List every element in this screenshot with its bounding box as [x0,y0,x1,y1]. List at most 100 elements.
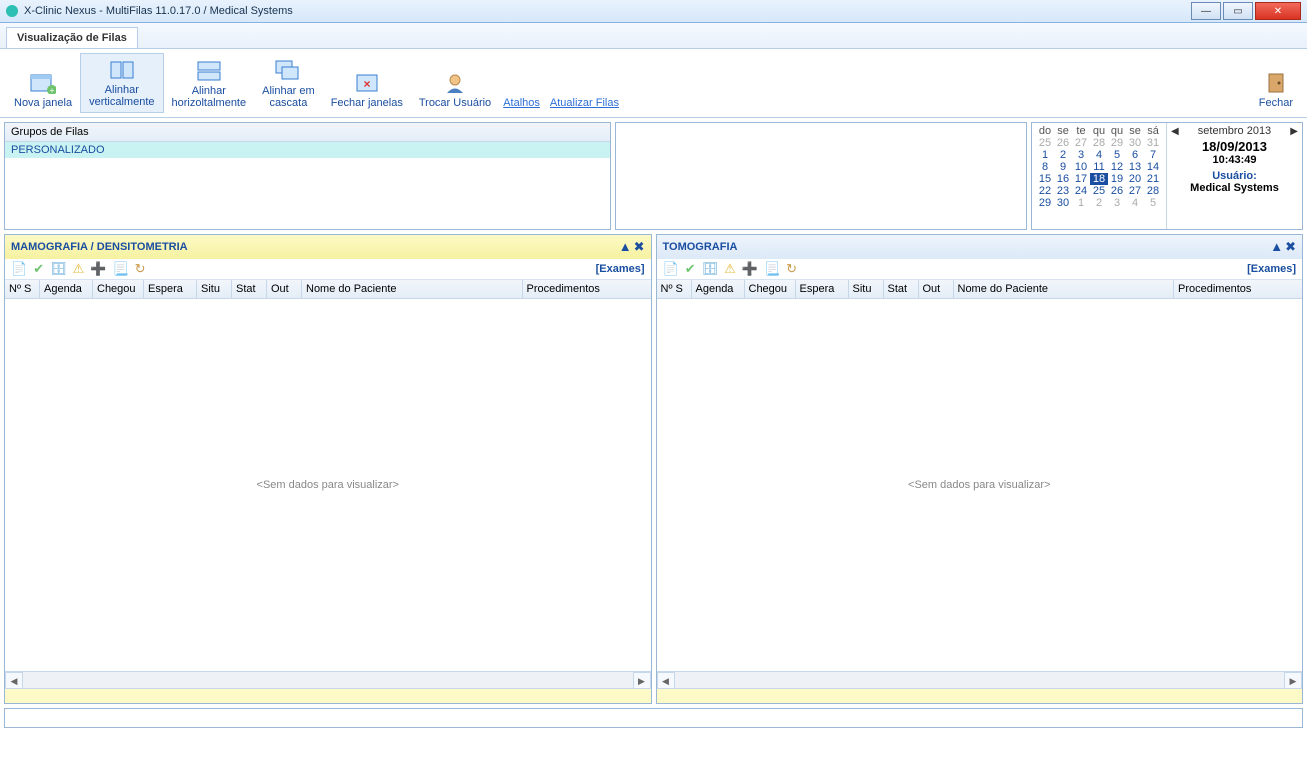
page-icon[interactable]: 📃 [112,261,128,277]
calendar-day[interactable]: 14 [1144,161,1162,173]
col-chegou[interactable]: Chegou [93,280,144,298]
calendar-day[interactable]: 29 [1036,197,1054,209]
close-panel-icon[interactable]: ✖ [1285,239,1296,255]
calendar-day[interactable]: 25 [1036,137,1054,149]
calendar-day[interactable]: 2 [1090,197,1108,209]
doc-icon[interactable]: 📄 [663,261,679,277]
check-icon[interactable]: ✔ [33,261,44,277]
calendar-day[interactable]: 28 [1090,137,1108,149]
tab-visualizacao[interactable]: Visualização de Filas [6,27,138,48]
alinhar-horizontal-button[interactable]: Alinhar horizoltalmente [164,55,255,113]
calendar-day[interactable]: 9 [1054,161,1072,173]
atalhos-link[interactable]: Atalhos [503,97,540,109]
add-icon[interactable]: ➕ [742,261,758,277]
calendar-day[interactable]: 3 [1072,149,1090,161]
page-icon[interactable]: 📃 [764,261,780,277]
calendar-day[interactable]: 22 [1036,185,1054,197]
calendar-day[interactable]: 5 [1108,149,1126,161]
calendar-day[interactable]: 23 [1054,185,1072,197]
horizontal-scrollbar[interactable]: ◀ ▶ [657,671,1303,688]
exames-link[interactable]: [Exames] [596,263,645,275]
calendar-day[interactable]: 16 [1054,173,1072,185]
calendar-day[interactable]: 28 [1144,185,1162,197]
fechar-button[interactable]: Fechar [1251,67,1301,113]
calendar[interactable]: doseteququsesá 2526272829303112345678910… [1032,123,1166,229]
col-agenda[interactable]: Agenda [692,280,745,298]
col-nome[interactable]: Nome do Paciente [302,280,523,298]
calendar-day[interactable]: 27 [1072,137,1090,149]
col-no[interactable]: Nº S [5,280,40,298]
col-out[interactable]: Out [267,280,302,298]
col-proc[interactable]: Procedimentos [1174,280,1302,298]
calendar-day[interactable]: 19 [1108,173,1126,185]
exames-link[interactable]: [Exames] [1247,263,1296,275]
nova-janela-button[interactable]: + Nova janela [6,67,80,113]
calendar-day[interactable]: 1 [1036,149,1054,161]
maximize-button[interactable]: ▭ [1223,2,1253,20]
warning-icon[interactable]: ⚠ [724,261,736,277]
calendar-day[interactable]: 26 [1054,137,1072,149]
atualizar-filas-link[interactable]: Atualizar Filas [550,97,619,109]
calendar-day[interactable]: 29 [1108,137,1126,149]
calendar-day[interactable]: 17 [1072,173,1090,185]
calendar-day[interactable]: 4 [1090,149,1108,161]
col-espera[interactable]: Espera [144,280,197,298]
collapse-icon[interactable]: ▲ [1270,239,1283,255]
calendar-day[interactable]: 12 [1108,161,1126,173]
close-panel-icon[interactable]: ✖ [634,239,645,255]
alinhar-vertical-button[interactable]: Alinhar verticalmente [80,53,163,113]
db-icon[interactable]: 🗄 [50,261,67,277]
warning-icon[interactable]: ⚠ [73,261,85,277]
calendar-day[interactable]: 1 [1072,197,1090,209]
col-stat[interactable]: Stat [232,280,267,298]
window-title: X-Clinic Nexus - MultiFilas 11.0.17.0 / … [24,5,1189,17]
horizontal-scrollbar[interactable]: ◀ ▶ [5,671,651,688]
alinhar-cascata-button[interactable]: Alinhar em cascata [254,55,323,113]
col-agenda[interactable]: Agenda [40,280,93,298]
col-stat[interactable]: Stat [884,280,919,298]
check-icon[interactable]: ✔ [685,261,696,277]
calendar-day[interactable]: 5 [1144,197,1162,209]
col-out[interactable]: Out [919,280,954,298]
calendar-day[interactable]: 4 [1126,197,1144,209]
trocar-usuario-button[interactable]: Trocar Usuário [411,67,499,113]
calendar-day[interactable]: 30 [1126,137,1144,149]
col-espera[interactable]: Espera [796,280,849,298]
col-proc[interactable]: Procedimentos [523,280,651,298]
calendar-day[interactable]: 18 [1090,173,1108,185]
calendar-day[interactable]: 11 [1090,161,1108,173]
next-month-button[interactable]: ▶ [1290,126,1298,137]
calendar-day[interactable]: 13 [1126,161,1144,173]
calendar-day[interactable]: 2 [1054,149,1072,161]
calendar-day[interactable]: 3 [1108,197,1126,209]
col-nome[interactable]: Nome do Paciente [954,280,1175,298]
prev-month-button[interactable]: ◀ [1171,126,1179,137]
calendar-day[interactable]: 8 [1036,161,1054,173]
db-icon[interactable]: 🗄 [702,261,719,277]
close-window-button[interactable]: ✕ [1255,2,1301,20]
calendar-day[interactable]: 27 [1126,185,1144,197]
add-icon[interactable]: ➕ [90,261,106,277]
refresh-icon[interactable]: ↻ [135,261,146,277]
fechar-janelas-button[interactable]: × Fechar janelas [323,67,411,113]
calendar-day[interactable]: 10 [1072,161,1090,173]
calendar-day[interactable]: 20 [1126,173,1144,185]
calendar-day[interactable]: 25 [1090,185,1108,197]
refresh-icon[interactable]: ↻ [786,261,797,277]
calendar-day[interactable]: 30 [1054,197,1072,209]
doc-icon[interactable]: 📄 [11,261,27,277]
calendar-day[interactable]: 26 [1108,185,1126,197]
calendar-day[interactable]: 31 [1144,137,1162,149]
col-situ[interactable]: Situ [849,280,884,298]
calendar-day[interactable]: 21 [1144,173,1162,185]
calendar-day[interactable]: 7 [1144,149,1162,161]
calendar-day[interactable]: 6 [1126,149,1144,161]
minimize-button[interactable]: — [1191,2,1221,20]
grupo-row-personalizado[interactable]: PERSONALIZADO [5,142,610,158]
calendar-day[interactable]: 24 [1072,185,1090,197]
calendar-day[interactable]: 15 [1036,173,1054,185]
collapse-icon[interactable]: ▲ [619,239,632,255]
col-situ[interactable]: Situ [197,280,232,298]
col-chegou[interactable]: Chegou [745,280,796,298]
col-no[interactable]: Nº S [657,280,692,298]
